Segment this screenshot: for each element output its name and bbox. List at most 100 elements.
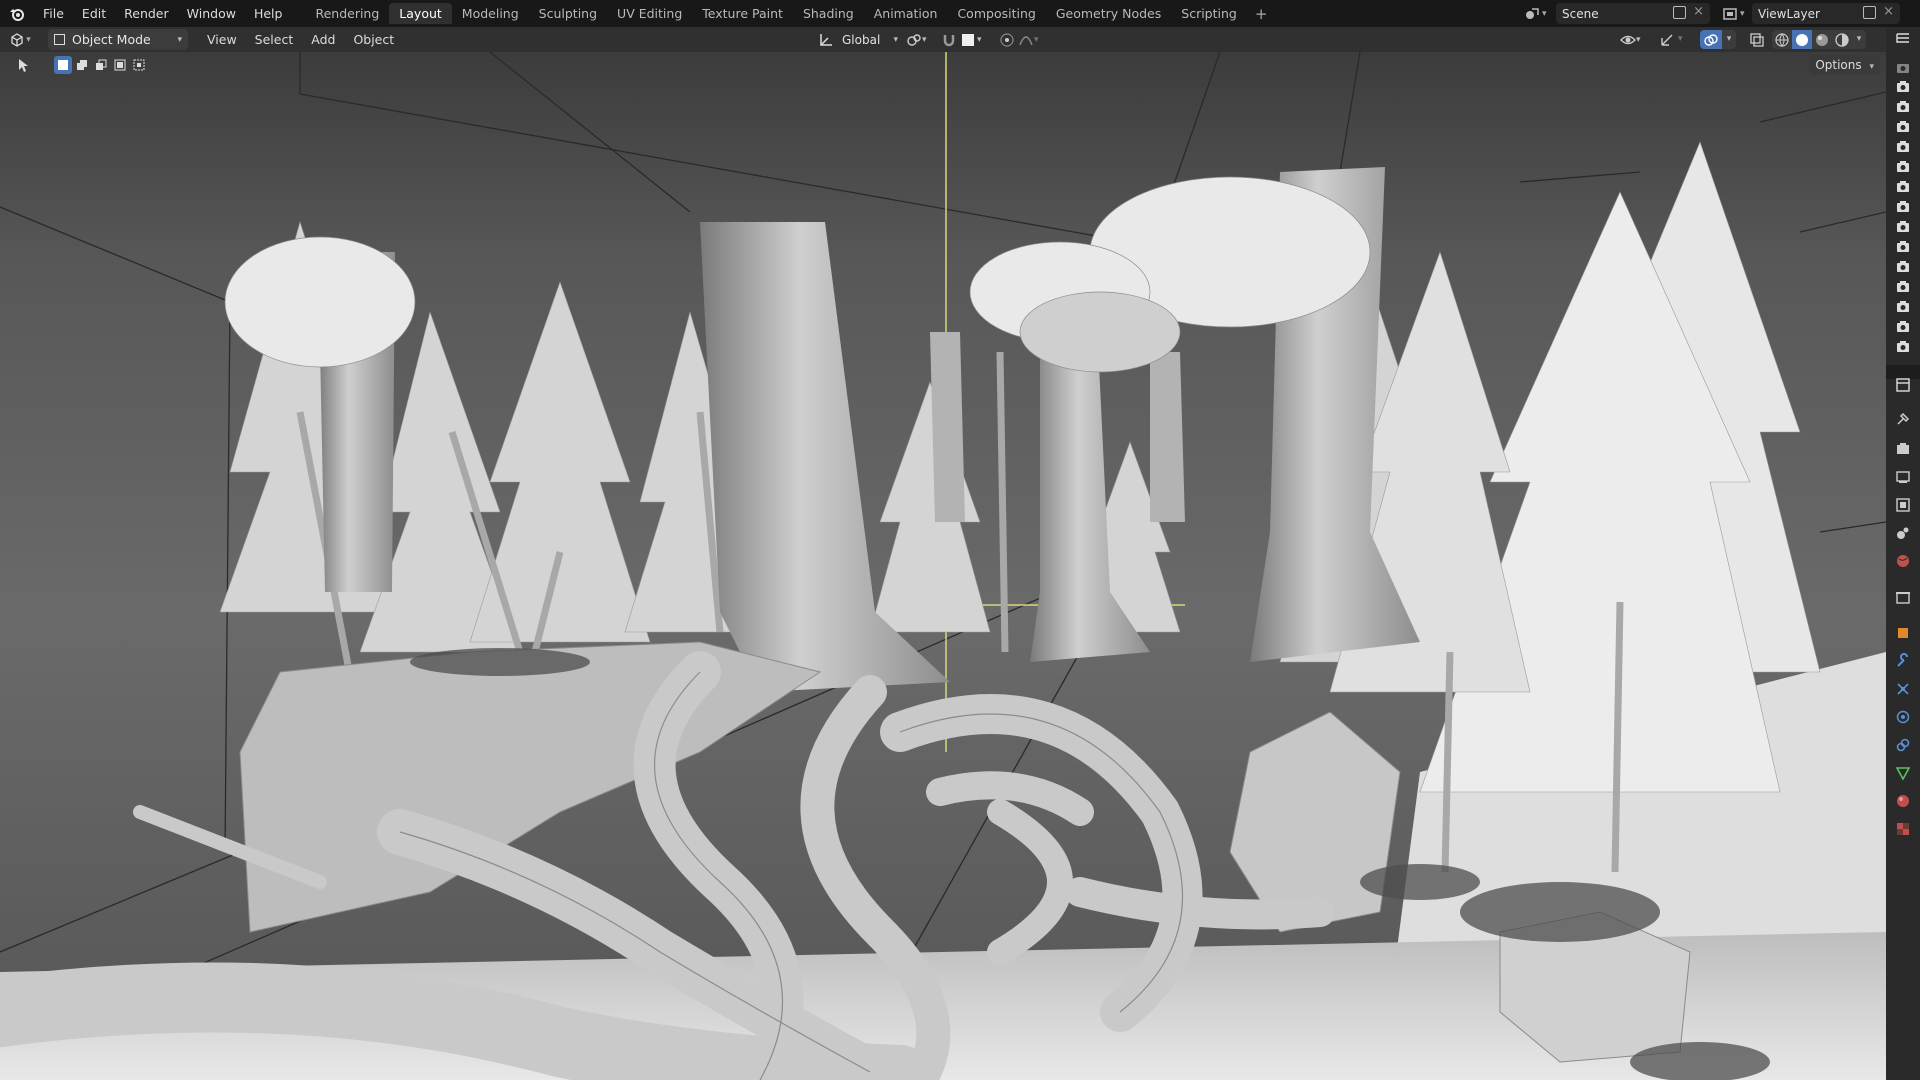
wireframe-shading-icon[interactable] — [1772, 30, 1792, 49]
menu-select[interactable]: Select — [246, 27, 303, 52]
new-scene-icon[interactable] — [1673, 6, 1686, 19]
orientation-icon — [820, 33, 832, 46]
select-intersect-icon[interactable] — [130, 56, 148, 74]
material-shading-icon[interactable] — [1812, 30, 1832, 49]
tab-animation[interactable]: Animation — [864, 3, 948, 24]
mode-label: Object Mode — [72, 32, 151, 47]
texture-properties-icon[interactable] — [1895, 821, 1911, 837]
menu-window[interactable]: Window — [178, 0, 245, 27]
gizmo-toggle-icon[interactable] — [1656, 31, 1678, 48]
output-properties-icon[interactable] — [1895, 469, 1911, 485]
scene-name: Scene — [1562, 6, 1599, 21]
select-subtract-icon[interactable] — [92, 56, 110, 74]
chevron-down-icon[interactable]: ▾ — [1852, 30, 1866, 49]
outliner-icon[interactable] — [1895, 31, 1911, 47]
xray-toggle-icon[interactable] — [1748, 31, 1766, 48]
camera-icon[interactable] — [1895, 218, 1911, 234]
snap-target-icon[interactable]: ▾ — [962, 31, 992, 48]
proportional-editing-icon[interactable] — [998, 31, 1016, 48]
view-layer-properties-icon[interactable] — [1895, 497, 1911, 513]
camera-icon[interactable] — [1895, 118, 1911, 134]
tab-texture-paint[interactable]: Texture Paint — [692, 3, 793, 24]
camera-icon[interactable] — [1895, 318, 1911, 334]
menu-object[interactable]: Object — [344, 27, 403, 52]
view-layer-name: ViewLayer — [1758, 6, 1820, 21]
chevron-down-icon[interactable]: ▾ — [1722, 30, 1736, 49]
camera-icon[interactable] — [1895, 78, 1911, 94]
select-new-icon[interactable] — [54, 56, 72, 74]
view-layer-field[interactable]: ViewLayer × — [1752, 3, 1900, 24]
camera-icon[interactable] — [1895, 138, 1911, 154]
close-icon[interactable]: × — [1883, 4, 1894, 19]
camera-icon[interactable] — [1895, 198, 1911, 214]
tweak-tool-icon[interactable] — [12, 55, 34, 75]
menu-edit[interactable]: Edit — [73, 0, 115, 27]
tab-rendering[interactable]: Rendering — [305, 3, 389, 24]
pivot-point-icon[interactable]: ▾ — [906, 31, 936, 48]
object-properties-icon[interactable] — [1895, 625, 1911, 641]
camera-icon[interactable] — [1895, 298, 1911, 314]
tab-shading[interactable]: Shading — [793, 3, 864, 24]
camera-icon[interactable] — [1895, 59, 1911, 75]
tab-scripting[interactable]: Scripting — [1171, 3, 1247, 24]
editor-type-button[interactable]: ▾ — [0, 27, 40, 52]
camera-icon[interactable] — [1895, 238, 1911, 254]
tab-layout[interactable]: Layout — [389, 3, 452, 24]
constraint-properties-icon[interactable] — [1895, 737, 1911, 753]
rendered-shading-icon[interactable] — [1832, 30, 1852, 49]
close-icon[interactable]: × — [1693, 4, 1704, 19]
camera-icon[interactable] — [1895, 178, 1911, 194]
tab-sculpting[interactable]: Sculpting — [529, 3, 607, 24]
orientation-label: Global — [842, 32, 881, 47]
menu-view[interactable]: View — [198, 27, 246, 52]
menu-add[interactable]: Add — [302, 27, 344, 52]
scene-name-field[interactable]: Scene × — [1556, 3, 1710, 24]
overlays-toggle-icon[interactable] — [1700, 30, 1722, 49]
tool-settings-icon[interactable] — [1895, 411, 1911, 427]
select-extend-icon[interactable] — [73, 56, 91, 74]
menu-help[interactable]: Help — [245, 0, 292, 27]
menu-file[interactable]: File — [34, 0, 73, 27]
particle-properties-icon[interactable] — [1895, 681, 1911, 697]
material-properties-icon[interactable] — [1895, 793, 1911, 809]
mesh-data-icon[interactable] — [1895, 765, 1911, 781]
camera-icon[interactable] — [1895, 338, 1911, 354]
modifier-properties-icon[interactable] — [1895, 653, 1911, 669]
physics-properties-icon[interactable] — [1895, 709, 1911, 725]
tool-header: Options ▾ — [0, 52, 1886, 78]
add-workspace-icon[interactable]: + — [1247, 5, 1276, 23]
tab-uv-editing[interactable]: UV Editing — [607, 3, 692, 24]
view-layer-browse-icon[interactable]: ▾ — [1722, 5, 1750, 23]
options-dropdown[interactable]: Options ▾ — [1809, 55, 1880, 75]
chevron-down-icon: ▾ — [893, 34, 898, 45]
scene-properties-icon[interactable] — [1895, 525, 1911, 541]
3d-viewport[interactable] — [0, 52, 1886, 1080]
camera-icon[interactable] — [1895, 258, 1911, 274]
workspace-tabs: Rendering Layout Modeling Sculpting UV E… — [305, 0, 1275, 27]
scene-browse-icon[interactable]: ▾ — [1524, 5, 1552, 23]
new-view-layer-icon[interactable] — [1863, 6, 1876, 19]
camera-icon[interactable] — [1895, 278, 1911, 294]
visibility-selectability-icon[interactable]: ▾ — [1620, 31, 1648, 48]
chevron-down-icon: ▾ — [1869, 62, 1874, 72]
collection-properties-icon[interactable] — [1895, 589, 1911, 605]
solid-shading-icon[interactable] — [1792, 30, 1812, 49]
transform-orientation-dropdown[interactable]: Global ▾ — [818, 29, 898, 50]
properties-editor-icon[interactable] — [1895, 377, 1911, 393]
camera-icon[interactable] — [1895, 98, 1911, 114]
proportional-falloff-icon[interactable]: ▾ — [1018, 31, 1048, 48]
tab-modeling[interactable]: Modeling — [452, 3, 529, 24]
mode-dropdown[interactable]: Object Mode ▾ — [48, 29, 188, 50]
blender-logo-icon[interactable] — [0, 0, 34, 27]
chevron-down-icon[interactable]: ▾ — [1678, 31, 1690, 48]
render-properties-icon[interactable] — [1895, 441, 1911, 457]
3d-viewport-icon — [11, 32, 23, 47]
select-invert-icon[interactable] — [111, 56, 129, 74]
tab-geometry-nodes[interactable]: Geometry Nodes — [1046, 3, 1171, 24]
viewport-header: ▾ Object Mode ▾ View Select Add Object G… — [0, 27, 1920, 52]
world-properties-icon[interactable] — [1895, 553, 1911, 569]
tab-compositing[interactable]: Compositing — [947, 3, 1045, 24]
snap-icon[interactable] — [940, 31, 958, 48]
menu-render[interactable]: Render — [115, 0, 178, 27]
camera-icon[interactable] — [1895, 158, 1911, 174]
